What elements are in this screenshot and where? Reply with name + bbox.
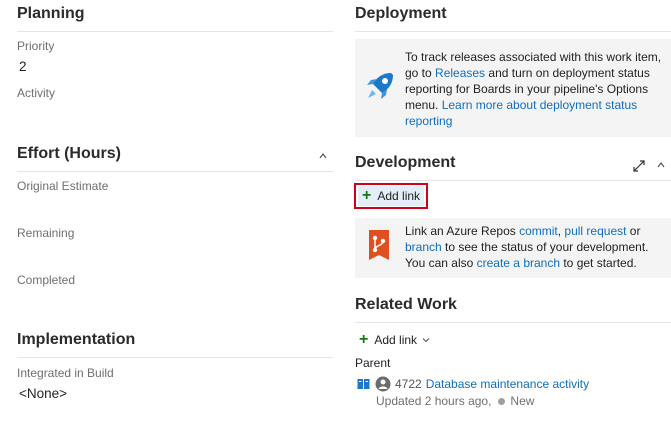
activity-field[interactable] — [17, 102, 333, 120]
plus-icon: + — [359, 331, 369, 348]
work-item-state: New — [510, 394, 535, 408]
state-dot-icon — [498, 397, 506, 405]
parent-group-label: Parent — [355, 356, 391, 370]
deployment-header: Deployment — [355, 0, 671, 32]
work-item-meta: Updated 2 hours ago, New — [376, 394, 534, 408]
deployment-title: Deployment — [355, 5, 447, 22]
chevron-up-icon[interactable] — [319, 152, 327, 160]
implementation-header: Implementation — [17, 326, 333, 358]
branch-link[interactable]: branch — [405, 240, 442, 254]
development-text-4: to get started. — [560, 256, 637, 270]
development-add-link-button[interactable]: + Add link — [354, 183, 429, 209]
work-item-updated: Updated 2 hours ago, — [376, 394, 492, 408]
original-estimate-label: Original Estimate — [17, 179, 109, 193]
completed-label: Completed — [17, 273, 76, 287]
development-info-box: Link an Azure Repos commit, pull request… — [355, 218, 671, 278]
chevron-up-icon[interactable] — [657, 161, 665, 169]
plus-icon: + — [362, 187, 372, 204]
commit-link[interactable]: commit — [519, 224, 558, 238]
development-text-2: or — [626, 224, 641, 238]
planning-title: Planning — [17, 5, 85, 22]
remaining-field[interactable] — [17, 243, 333, 261]
development-text-1: Link an Azure Repos — [405, 224, 520, 238]
chevron-down-icon — [422, 338, 430, 343]
pull-request-link[interactable]: pull request — [564, 224, 626, 238]
original-estimate-field[interactable] — [17, 196, 333, 214]
deployment-info-box: To track releases associated with this w… — [355, 39, 671, 137]
development-header: Development — [355, 149, 671, 181]
priority-label: Priority — [17, 39, 55, 53]
related-add-link-button[interactable]: + Add link — [359, 331, 430, 348]
related-work-header: Related Work — [355, 291, 671, 323]
priority-field[interactable]: 2 — [19, 59, 27, 74]
implementation-title: Implementation — [17, 331, 136, 348]
related-work-item[interactable]: 4722 Database maintenance activity — [357, 376, 589, 392]
development-info-text: Link an Azure Repos commit, pull request… — [405, 223, 667, 271]
development-title: Development — [355, 154, 456, 171]
activity-label: Activity — [17, 86, 56, 100]
completed-field[interactable] — [17, 290, 333, 308]
work-item-title-link[interactable]: Database maintenance activity — [426, 377, 589, 391]
remaining-label: Remaining — [17, 226, 75, 240]
related-add-link-label: Add link — [374, 333, 418, 347]
deployment-info-text: To track releases associated with this w… — [405, 49, 667, 129]
related-work-title: Related Work — [355, 296, 457, 313]
repo-icon — [369, 230, 389, 260]
effort-header[interactable]: Effort (Hours) — [17, 140, 333, 172]
rocket-icon — [367, 73, 393, 99]
expand-icon[interactable] — [633, 160, 645, 172]
book-icon — [357, 379, 370, 389]
create-branch-link[interactable]: create a branch — [477, 256, 560, 270]
integrated-in-build-field[interactable]: <None> — [19, 386, 67, 401]
releases-link[interactable]: Releases — [435, 66, 485, 80]
integrated-in-build-label: Integrated in Build — [17, 366, 114, 380]
avatar-icon — [375, 376, 391, 392]
work-item-id: 4722 — [395, 377, 422, 391]
development-add-link-label: Add link — [377, 189, 421, 203]
planning-header: Planning — [17, 0, 333, 32]
effort-title: Effort (Hours) — [17, 145, 121, 162]
